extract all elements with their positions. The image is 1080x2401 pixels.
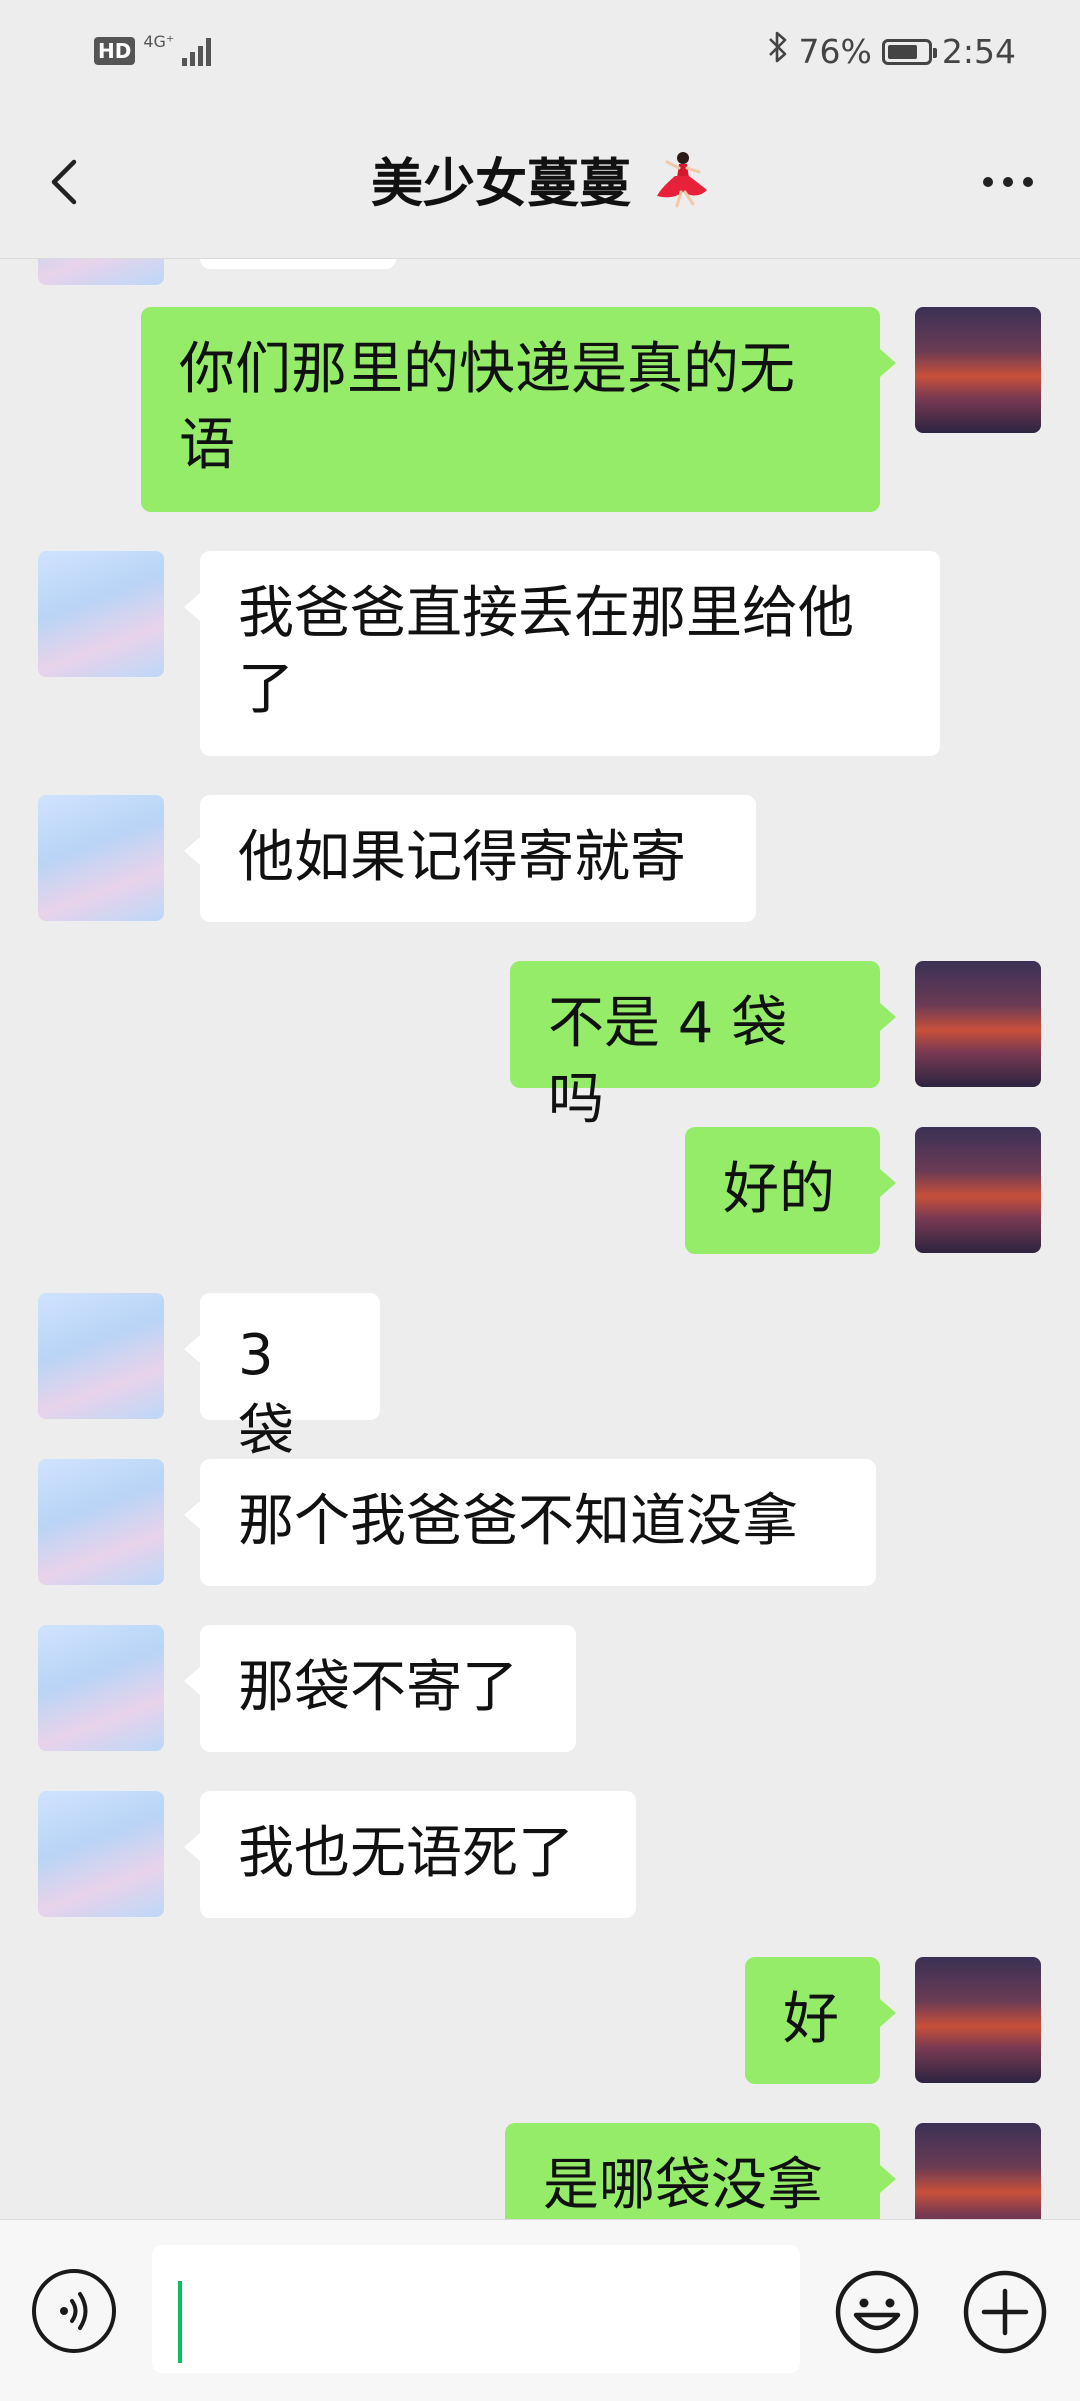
my-avatar[interactable] [915,1957,1041,2083]
contact-avatar[interactable] [38,1459,164,1585]
my-avatar[interactable] [915,2123,1041,2219]
battery-percent: 76% [798,32,872,71]
contact-message-bubble[interactable]: 那袋不寄了 [184,1625,576,1752]
my-avatar[interactable] [915,961,1041,1087]
voice-button[interactable] [32,2269,116,2353]
partial-message-bubble [200,259,396,269]
emoji-button[interactable] [834,2269,920,2355]
clock: 2:54 [941,32,1016,71]
my-avatar[interactable] [915,307,1041,433]
chat-title: 美少女蔓蔓 [370,154,631,215]
status-bar: HD 4G⁺ 76% 2:54 [0,0,1080,108]
network-type: 4G⁺ [143,31,175,51]
input-bar [0,2219,1080,2401]
bluetooth-icon [767,30,789,73]
contact-avatar[interactable] [38,551,164,677]
contact-avatar[interactable] [38,1791,164,1917]
more-options-button[interactable] [968,152,1048,212]
my-message-bubble[interactable]: 你们那里的快递是真的无语 [141,307,896,512]
more-functions-button[interactable] [962,2269,1048,2355]
status-left: HD 4G⁺ [94,32,212,66]
contact-avatar[interactable] [38,1625,164,1751]
my-message-bubble[interactable]: 是哪袋没拿 [505,2123,896,2219]
emoji-icon [835,2270,919,2354]
text-cursor [178,2281,182,2363]
contact-message-bubble[interactable]: 那个我爸爸不知道没拿 [184,1459,876,1586]
chat-title-wrap: 美少女蔓蔓 [0,148,1080,227]
contact-avatar[interactable] [38,259,164,285]
contact-message-bubble[interactable]: 我也无语死了 [184,1791,636,1918]
contact-message-bubble[interactable]: 他如果记得寄就寄 [184,795,756,922]
signal-icon [182,36,212,66]
dancer-emoji-icon [653,148,709,227]
plus-icon [963,2270,1047,2354]
my-avatar[interactable] [915,1127,1041,1253]
more-dot-icon [983,177,993,187]
contact-message-bubble[interactable]: 我爸爸直接丢在那里给他了 [184,551,940,756]
battery-icon [881,38,937,65]
contact-message-bubble[interactable]: 3 袋 [184,1293,380,1464]
more-dot-icon [1003,177,1013,187]
contact-avatar[interactable] [38,1293,164,1419]
my-message-bubble[interactable]: 好 [745,1957,896,2084]
more-dot-icon [1023,177,1033,187]
message-input[interactable] [152,2245,800,2373]
voice-icon [60,2292,88,2330]
chat-header: 美少女蔓蔓 [0,108,1080,259]
my-message-bubble[interactable]: 不是 4 袋吗 [510,961,896,1132]
status-right: 76% 2:54 [767,30,1016,73]
hd-badge: HD [94,37,136,65]
message-list[interactable]: 你们那里的快递是真的无语 我爸爸直接丢在那里给他了 他如果记得寄就寄 不是 4 … [0,259,1080,2219]
my-message-bubble[interactable]: 好的 [685,1127,896,1254]
contact-avatar[interactable] [38,795,164,921]
